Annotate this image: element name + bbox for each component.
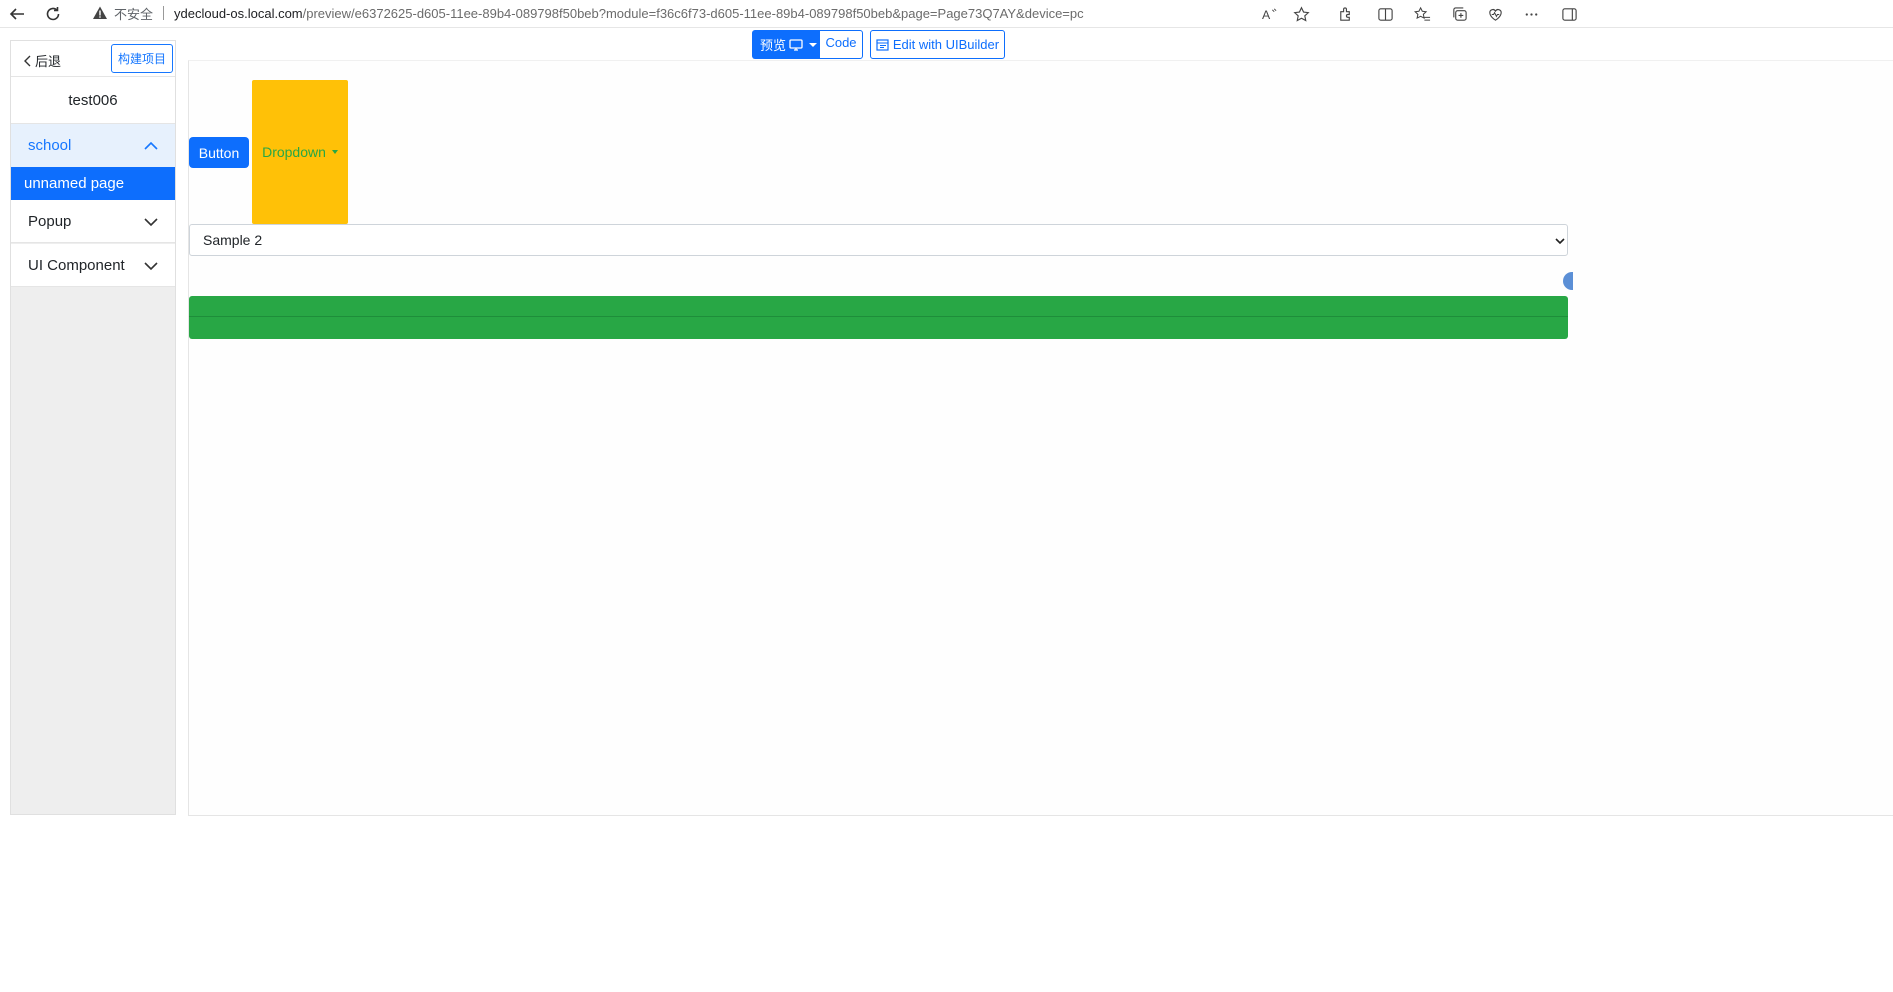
- chevron-down-icon: [144, 262, 158, 271]
- edit-with-uibuilder-button[interactable]: Edit with UIBuilder: [870, 30, 1005, 59]
- sidebar-group-popup[interactable]: Popup: [11, 200, 175, 243]
- sidebar-group-label: school: [28, 137, 72, 154]
- read-aloud-icon[interactable]: A: [1256, 2, 1282, 26]
- address-bar[interactable]: 不安全 ydecloud-os.local.com/preview/e63726…: [92, 0, 1084, 26]
- preview-canvas: [188, 60, 1893, 816]
- uibuilder-button-label: Edit with UIBuilder: [892, 37, 1000, 52]
- sidebar-header: 后退 构建项目: [11, 41, 175, 77]
- preview-button-label: 预览: [760, 38, 787, 53]
- project-name: test006: [11, 77, 175, 124]
- url-path: /preview/e6372625-d605-11ee-89b4-089798f…: [302, 5, 1084, 21]
- code-button[interactable]: Code: [819, 30, 863, 59]
- back-button-label: 后退: [35, 54, 62, 69]
- sidebar-group-label: Popup: [28, 212, 72, 230]
- browser-toolbar: 不安全 ydecloud-os.local.com/preview/e63726…: [0, 0, 1893, 28]
- favorite-star-icon[interactable]: [1288, 2, 1314, 26]
- sample-select[interactable]: Sample 2: [189, 224, 1568, 256]
- caret-down-icon: [331, 150, 338, 154]
- back-button[interactable]: 后退: [23, 51, 61, 70]
- favorites-list-icon[interactable]: [1409, 2, 1435, 26]
- address-separator: [163, 6, 165, 20]
- svg-text:A: A: [1261, 8, 1270, 22]
- project-sidebar: 后退 构建项目 test006 school unnamed page Popu…: [10, 40, 176, 815]
- chevron-left-icon: [24, 55, 31, 66]
- refresh-icon[interactable]: [40, 2, 66, 26]
- chevron-down-icon: [144, 218, 158, 227]
- success-bar: [189, 317, 1568, 339]
- dropdown-label: Dropdown: [262, 144, 326, 160]
- preview-device-button[interactable]: 预览: [752, 30, 820, 59]
- split-screen-icon[interactable]: [1372, 2, 1398, 26]
- sample-button[interactable]: Button: [189, 137, 249, 168]
- warning-icon: [93, 6, 107, 19]
- browser-essentials-icon[interactable]: [1482, 2, 1508, 26]
- sample-dropdown[interactable]: Dropdown: [252, 80, 348, 224]
- sidebar-item-unnamed-page[interactable]: unnamed page: [11, 167, 175, 200]
- back-arrow-icon[interactable]: [4, 2, 30, 26]
- more-options-icon[interactable]: [1518, 2, 1544, 26]
- monitor-icon: [789, 38, 803, 51]
- sidebar-group-ui-component[interactable]: UI Component: [11, 244, 175, 287]
- url-host: ydecloud-os.local.com: [174, 5, 303, 21]
- success-bar: [189, 296, 1568, 317]
- chevron-down-icon: [1555, 238, 1565, 245]
- builder-icon: [876, 38, 889, 51]
- build-project-button[interactable]: 构建项目: [111, 44, 173, 73]
- insecure-label: 不安全: [114, 6, 154, 22]
- select-value: Sample 2: [203, 232, 263, 248]
- sidebar-group-school[interactable]: school: [11, 124, 175, 167]
- collections-icon[interactable]: [1446, 2, 1472, 26]
- sidebar-group-label: UI Component: [28, 256, 125, 274]
- sidebar-toggle-icon[interactable]: [1556, 2, 1582, 26]
- caret-down-icon: [809, 42, 818, 47]
- extensions-icon[interactable]: [1332, 2, 1358, 26]
- chevron-up-icon: [144, 141, 158, 150]
